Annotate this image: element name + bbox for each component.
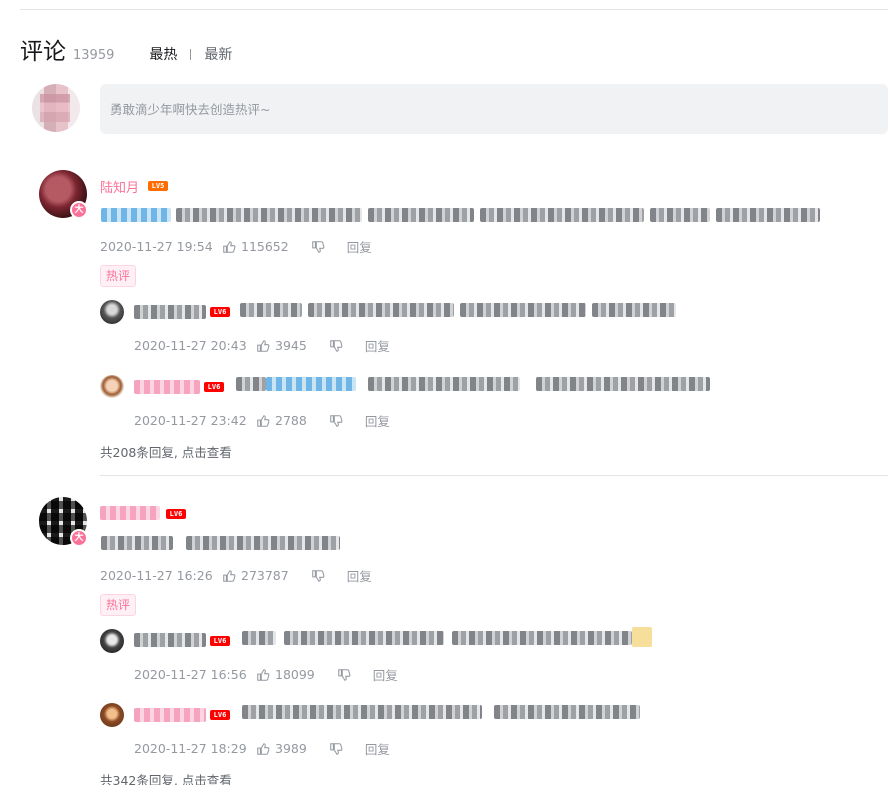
like-button[interactable]: 3989 <box>256 741 307 756</box>
thumb-up-icon <box>257 339 270 352</box>
reply-meta: 2020-11-27 16:56 18099 回复 <box>134 665 398 684</box>
thumb-up-icon <box>257 742 270 755</box>
reply-username[interactable] <box>134 633 206 647</box>
comment-count: 13959 <box>73 48 115 63</box>
thumb-down-icon <box>330 742 343 755</box>
thumb-down-icon <box>337 668 351 681</box>
reply-username[interactable] <box>134 708 206 722</box>
dislike-button[interactable] <box>329 742 343 756</box>
like-button[interactable]: 2788 <box>256 413 307 428</box>
username[interactable] <box>100 506 160 520</box>
username[interactable]: 陆知月 <box>100 177 139 196</box>
comment-composer: 勇敢滴少年啊快去创造热评~ <box>32 84 888 134</box>
hot-comment-tag: 热评 <box>100 594 137 616</box>
reply-button[interactable]: 回复 <box>347 566 372 585</box>
comment-meta: 2020-11-27 19:54 115652 回复 <box>100 237 372 256</box>
like-count: 3945 <box>275 338 307 353</box>
dislike-button[interactable] <box>329 339 343 353</box>
reply-meta: 2020-11-27 18:29 3989 回复 <box>134 739 390 758</box>
like-count: 273787 <box>241 568 289 583</box>
top-divider <box>20 9 888 10</box>
reply-button[interactable]: 回复 <box>365 336 390 355</box>
like-count: 18099 <box>275 667 315 682</box>
reply-button[interactable]: 回复 <box>373 665 398 684</box>
thumb-down-icon <box>330 339 343 352</box>
like-count: 115652 <box>241 239 289 254</box>
hot-comment-tag: 热评 <box>100 265 137 287</box>
like-button[interactable]: 273787 <box>222 568 289 583</box>
dislike-button[interactable] <box>337 668 351 682</box>
comment-title: 评论 <box>20 39 66 65</box>
reply-time: 2020-11-27 20:43 <box>134 338 247 353</box>
level-badge: LV6 <box>166 509 186 519</box>
comment-time: 2020-11-27 19:54 <box>100 239 213 254</box>
my-avatar[interactable] <box>32 84 80 132</box>
level-badge: LV6 <box>210 307 230 317</box>
reply-button[interactable]: 回复 <box>365 411 390 430</box>
dislike-button[interactable] <box>311 569 325 583</box>
like-button[interactable]: 18099 <box>256 667 315 682</box>
reply-button[interactable]: 回复 <box>347 237 372 256</box>
comment-time: 2020-11-27 16:26 <box>100 568 213 583</box>
sort-hot-tab[interactable]: 最热 <box>149 44 177 64</box>
reply-time: 2020-11-27 23:42 <box>134 413 247 428</box>
comment-input[interactable]: 勇敢滴少年啊快去创造热评~ <box>100 84 888 134</box>
big-member-badge: 大 <box>70 529 88 547</box>
reply-avatar[interactable] <box>100 703 124 727</box>
sort-new-tab[interactable]: 最新 <box>204 44 232 64</box>
thumb-down-icon <box>330 414 343 427</box>
comment-divider <box>100 475 888 476</box>
dislike-button[interactable] <box>329 414 343 428</box>
reply-time: 2020-11-27 16:56 <box>134 667 247 682</box>
level-badge: LV6 <box>210 636 230 646</box>
thumb-down-icon <box>311 240 325 253</box>
view-more-replies[interactable]: 共208条回复, 点击查看 <box>100 442 232 461</box>
reply-time: 2020-11-27 18:29 <box>134 741 247 756</box>
level-badge: LV6 <box>204 382 224 392</box>
big-member-badge: 大 <box>70 201 88 219</box>
reply-avatar[interactable] <box>100 375 124 399</box>
like-count: 2788 <box>275 413 307 428</box>
sort-tabs: 最热 最新 <box>149 44 232 64</box>
view-more-replies[interactable]: 共342条回复, 点击查看 <box>100 770 232 785</box>
reply-username[interactable] <box>134 380 200 394</box>
thumb-down-icon <box>311 569 325 582</box>
reply-avatar[interactable] <box>100 300 124 324</box>
thumb-up-icon <box>223 569 236 582</box>
thumb-up-icon <box>223 240 236 253</box>
dislike-button[interactable] <box>311 240 325 254</box>
reply-username[interactable] <box>134 305 206 319</box>
thumb-up-icon <box>257 668 270 681</box>
comment-meta: 2020-11-27 16:26 273787 回复 <box>100 566 372 585</box>
reply-button[interactable]: 回复 <box>365 739 390 758</box>
reply-meta: 2020-11-27 20:43 3945 回复 <box>134 336 390 355</box>
level-badge: LV6 <box>210 710 230 720</box>
level-badge: LV5 <box>148 181 168 191</box>
like-button[interactable]: 3945 <box>256 338 307 353</box>
comment-header: 评论 13959 最热 最新 <box>20 32 232 65</box>
reply-avatar[interactable] <box>100 629 124 653</box>
reply-meta: 2020-11-27 23:42 2788 回复 <box>134 411 390 430</box>
thumb-up-icon <box>257 414 270 427</box>
like-count: 3989 <box>275 741 307 756</box>
sort-separator <box>190 48 192 60</box>
like-button[interactable]: 115652 <box>222 239 289 254</box>
